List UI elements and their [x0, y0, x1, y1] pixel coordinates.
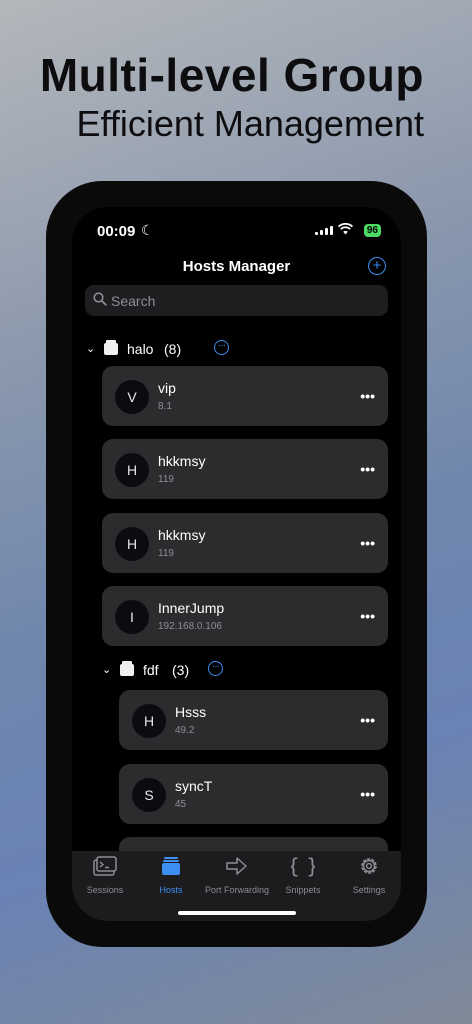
- tab-bar: Sessions Hosts Port Forwarding { } Snipp…: [72, 851, 401, 921]
- host-card[interactable]: S syncT 45 •••: [119, 764, 388, 824]
- host-address: 49.2: [175, 725, 195, 736]
- search-placeholder: Search: [111, 293, 156, 309]
- host-card[interactable]: H hkkmsy 119 •••: [102, 513, 388, 573]
- status-time: 00:09: [97, 223, 136, 240]
- folder-icon: [104, 340, 118, 355]
- tab-hosts[interactable]: Hosts: [138, 855, 204, 895]
- ellipsis-icon[interactable]: ···: [208, 661, 223, 676]
- terminal-icon: [92, 856, 118, 881]
- ellipsis-icon[interactable]: •••: [360, 712, 375, 728]
- host-name: InnerJump: [158, 600, 225, 616]
- host-address: 8.1: [158, 401, 172, 412]
- arrow-right-icon: [225, 857, 249, 881]
- tab-label: Hosts: [159, 885, 183, 895]
- svg-text:{ }: { }: [291, 855, 315, 877]
- cellular-signal-icon: [315, 226, 333, 235]
- host-address: 119: [158, 474, 174, 485]
- avatar: H: [115, 527, 149, 561]
- ellipsis-icon[interactable]: •••: [360, 608, 375, 624]
- page-title: Hosts Manager: [182, 258, 291, 275]
- ellipsis-icon[interactable]: •••: [360, 535, 375, 551]
- host-name: hkkmsy: [158, 453, 206, 469]
- avatar: S: [132, 778, 166, 812]
- tab-label: Settings: [352, 885, 386, 895]
- group-name: halo: [127, 341, 154, 357]
- tab-sessions[interactable]: Sessions: [72, 855, 138, 895]
- chevron-down-icon: ⌄: [86, 343, 96, 355]
- status-bar: 00:09 ☾ 96: [97, 221, 381, 241]
- search-icon: [93, 292, 107, 311]
- host-card[interactable]: I InnerJump 192.168.0.106 •••: [102, 586, 388, 646]
- chevron-down-icon: ⌄: [102, 664, 112, 676]
- avatar: V: [115, 380, 149, 414]
- host-name: vip: [158, 380, 176, 396]
- host-name: Hsss: [175, 704, 207, 720]
- gear-icon: [358, 858, 380, 881]
- braces-icon: { }: [287, 854, 319, 881]
- home-indicator: [178, 911, 296, 915]
- group-count: (3): [172, 662, 190, 678]
- ellipsis-icon[interactable]: •••: [360, 786, 375, 802]
- ellipsis-icon[interactable]: ···: [214, 340, 229, 355]
- tab-port-forwarding[interactable]: Port Forwarding: [204, 855, 270, 895]
- host-card[interactable]: V vip 8.1 •••: [102, 366, 388, 426]
- ellipsis-icon[interactable]: •••: [360, 461, 375, 477]
- moon-icon: ☾: [141, 222, 154, 238]
- server-stack-icon: [160, 857, 182, 881]
- tab-label: Port Forwarding: [204, 885, 270, 895]
- wifi-icon: [337, 222, 354, 238]
- battery-icon: 96: [363, 224, 381, 237]
- avatar: I: [115, 600, 149, 634]
- avatar: H: [132, 704, 166, 738]
- ellipsis-icon[interactable]: •••: [360, 388, 375, 404]
- avatar: H: [115, 453, 149, 487]
- folder-icon: [120, 661, 134, 676]
- host-name: syncT: [175, 778, 213, 794]
- app-screen: 00:09 ☾ 96 Hosts Manager + Search ⌄ halo…: [72, 207, 401, 921]
- host-card[interactable]: H Hsss 49.2 •••: [119, 690, 388, 750]
- tab-snippets[interactable]: { } Snippets: [270, 854, 336, 895]
- plus-circle-icon[interactable]: +: [368, 257, 386, 275]
- host-address: 45: [175, 799, 187, 810]
- group-header-halo[interactable]: ⌄ halo (8) ···: [86, 340, 246, 361]
- host-address: 192.168.0.106: [158, 621, 222, 632]
- tab-label: Snippets: [285, 885, 321, 895]
- marketing-title: Multi-level Group: [39, 49, 424, 101]
- group-name: fdf: [143, 662, 159, 678]
- host-card[interactable]: H hkkmsy 119 •••: [102, 439, 388, 499]
- marketing-subtitle: Efficient Management: [76, 103, 424, 144]
- tab-label: Sessions: [86, 885, 124, 895]
- phone-frame: 00:09 ☾ 96 Hosts Manager + Search ⌄ halo…: [46, 181, 427, 947]
- host-name: hkkmsy: [158, 527, 206, 543]
- host-address: 119: [158, 548, 174, 559]
- group-header-fdf[interactable]: ⌄ fdf (3) ···: [102, 661, 242, 682]
- group-count: (8): [164, 341, 182, 357]
- search-input[interactable]: Search: [85, 285, 388, 316]
- tab-settings[interactable]: Settings: [336, 855, 401, 895]
